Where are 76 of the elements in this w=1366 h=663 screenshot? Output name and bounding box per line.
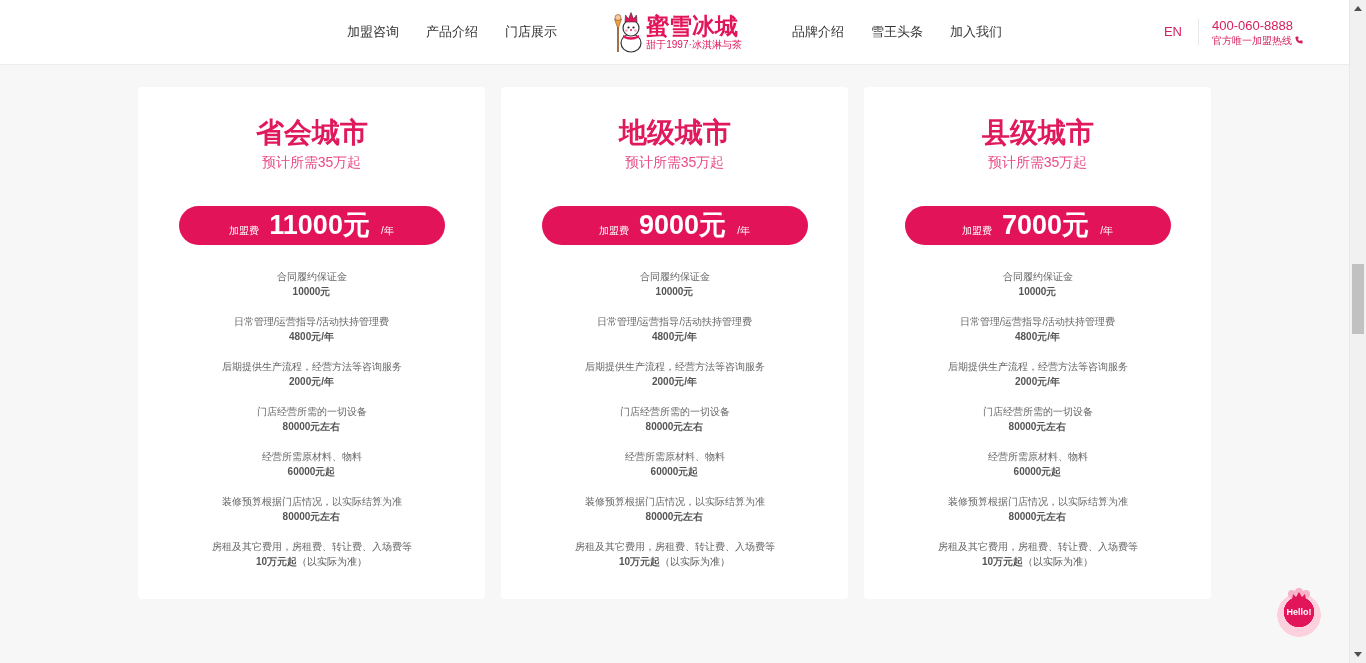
logo-tagline: 甜于1997·冰淇淋与茶 — [646, 39, 742, 51]
fee-item-value: 10万元起（以实际为准） — [618, 555, 731, 569]
plan-title: 省会城市 — [255, 116, 368, 150]
fee-item-label: 装修预算根据门店情况，以实际结算为准 — [221, 495, 402, 509]
fee-item-value: 10000元 — [1018, 285, 1057, 299]
fee-item-label: 日常管理/运营指导/活动扶持管理费 — [233, 315, 390, 329]
phone-icon — [1295, 36, 1303, 44]
fee-item-label: 合同履约保证金 — [276, 270, 347, 284]
fee-item-label: 经营所需原材料、物料 — [624, 450, 725, 464]
fee-label: 加盟费 — [229, 225, 260, 237]
scroll-up-icon[interactable] — [1354, 6, 1362, 11]
fee-item-label: 经营所需原材料、物料 — [987, 450, 1088, 464]
fee-item-label: 后期提供生产流程，经营方法等咨询服务 — [947, 360, 1128, 374]
fee-item-value: 80000元左右 — [645, 420, 704, 434]
language-switch[interactable]: EN — [1163, 24, 1182, 40]
fee-item-value: 80000元左右 — [282, 420, 341, 434]
fee-item-value: 10万元起（以实际为准） — [981, 555, 1094, 569]
fee-item-value: 4800元/年 — [1015, 330, 1060, 344]
fee-item-value: 4800元/年 — [289, 330, 334, 344]
logo-wordmark[interactable]: 蜜雪冰城 — [646, 13, 739, 39]
scrollbar[interactable] — [1349, 0, 1366, 663]
plan-title: 地级城市 — [618, 116, 731, 150]
plan-subtitle: 预计所需35万起 — [624, 153, 725, 172]
nav-link[interactable]: 加入我们 — [949, 23, 1002, 41]
plan-subtitle: 预计所需35万起 — [261, 153, 362, 172]
fee-item-value: 2000元/年 — [1015, 375, 1060, 389]
fee-item-label: 日常管理/运营指导/活动扶持管理费 — [596, 315, 753, 329]
fee-amount: 7000元 — [1002, 210, 1090, 241]
fee-amount: 11000元 — [269, 210, 370, 241]
fee-item-label: 门店经营所需的一切设备 — [256, 405, 367, 419]
fee-item-label: 房租及其它费用，房租费、转让费、入场费等 — [211, 540, 412, 554]
fee-item-label: 后期提供生产流程，经营方法等咨询服务 — [221, 360, 402, 374]
nav-link[interactable]: 品牌介绍 — [791, 23, 844, 41]
nav-link[interactable]: 产品介绍 — [426, 23, 479, 41]
fee-item-value: 10000元 — [655, 285, 694, 299]
fee-item-value: 10万元起（以实际为准） — [255, 555, 368, 569]
fee-item-value: 10000元 — [292, 285, 331, 299]
chat-widget-button[interactable]: Hello! — [1277, 587, 1321, 637]
scroll-down-icon[interactable] — [1354, 652, 1362, 657]
fee-item-value: 80000元左右 — [1008, 420, 1067, 434]
crown-icon — [1288, 588, 1310, 601]
plan-subtitle: 预计所需35万起 — [987, 153, 1088, 172]
fee-unit: /年 — [380, 225, 394, 237]
hotline-number: 400-060-8888 — [1212, 17, 1293, 34]
fee-item-value: 60000元起 — [650, 465, 699, 479]
fee-label: 加盟费 — [962, 225, 993, 237]
fee-item-value: 80000元左右 — [1008, 510, 1067, 524]
fee-item-label: 经营所需原材料、物料 — [261, 450, 362, 464]
fee-item-value: 60000元起 — [287, 465, 336, 479]
fee-item-label: 门店经营所需的一切设备 — [982, 405, 1093, 419]
fee-item-value: 80000元左右 — [645, 510, 704, 524]
fee-item-value: 4800元/年 — [652, 330, 697, 344]
fee-item-label: 门店经营所需的一切设备 — [619, 405, 730, 419]
fee-unit: /年 — [1100, 225, 1113, 237]
fee-item-label: 合同履约保证金 — [639, 270, 710, 284]
fee-item-label: 装修预算根据门店情况，以实际结算为准 — [947, 495, 1128, 509]
fee-item-label: 后期提供生产流程，经营方法等咨询服务 — [584, 360, 765, 374]
fee-item-value: 60000元起 — [1013, 465, 1062, 479]
nav-link[interactable]: 门店展示 — [505, 23, 558, 41]
fee-item-value: 80000元左右 — [282, 510, 341, 524]
fee-item-label: 装修预算根据门店情况，以实际结算为准 — [584, 495, 765, 509]
fee-item-label: 合同履约保证金 — [1002, 270, 1073, 284]
snowman-icon — [613, 11, 644, 53]
fee-unit: /年 — [737, 225, 750, 237]
fee-item-value: 2000元/年 — [289, 375, 334, 389]
plan-title: 县级城市 — [981, 116, 1094, 150]
nav-link[interactable]: 雪王头条 — [870, 23, 923, 41]
fee-amount: 9000元 — [639, 210, 727, 241]
fee-item-label: 房租及其它费用，房租费、转让费、入场费等 — [937, 540, 1138, 554]
scrollbar-thumb[interactable] — [1352, 264, 1364, 334]
fee-item-label: 日常管理/运营指导/活动扶持管理费 — [959, 315, 1116, 329]
fee-label: 加盟费 — [599, 225, 630, 237]
hotline-caption: 官方唯一加盟热线 — [1212, 33, 1292, 47]
nav-link[interactable]: 加盟咨询 — [347, 23, 400, 41]
fee-item-label: 房租及其它费用，房租费、转让费、入场费等 — [574, 540, 775, 554]
fee-item-value: 2000元/年 — [652, 375, 697, 389]
